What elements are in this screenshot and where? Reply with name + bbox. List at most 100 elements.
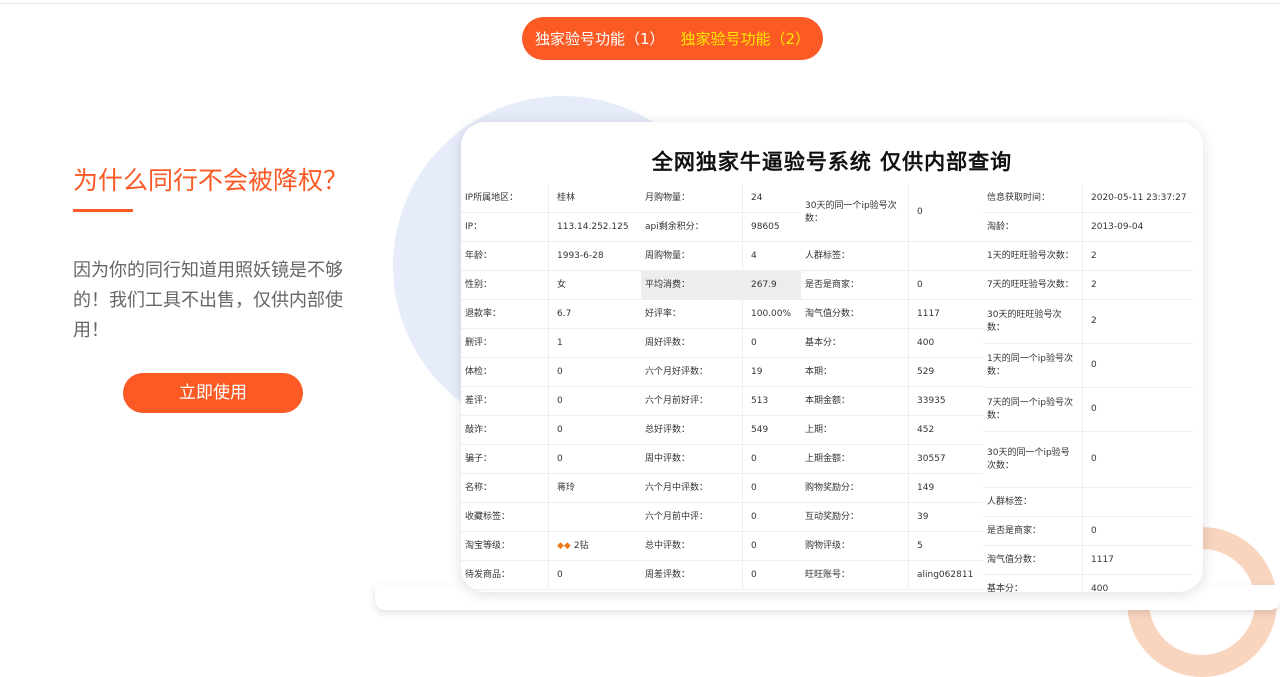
field-value: 1993-6-28 xyxy=(557,250,604,261)
info-row: 购物评级： 5 xyxy=(801,532,983,561)
info-row: 购物奖励分： 149 xyxy=(801,474,983,503)
info-row: 本期金额： 33935 xyxy=(801,387,983,416)
field-value: 30557 xyxy=(917,453,946,464)
info-row: 30天的同一个ip验号次数： 0 xyxy=(983,432,1193,488)
field-value: 5 xyxy=(917,540,923,551)
field-label: 本期金额： xyxy=(801,387,909,415)
field-value xyxy=(1083,488,1193,516)
field-value: 24 xyxy=(751,192,763,203)
info-row: 本期： 529 xyxy=(801,358,983,387)
field-label: 周中评数： xyxy=(641,445,743,473)
field-label: 收藏标签： xyxy=(461,503,549,531)
field-label: 周差评数： xyxy=(641,561,743,589)
field-label: 淘龄： xyxy=(983,213,1083,241)
info-row: 六个月前中评： 0 xyxy=(641,503,801,532)
info-row: 上期金额： 30557 xyxy=(801,445,983,474)
field-label: 待发商品： xyxy=(461,561,549,589)
field-value: 0 xyxy=(751,511,757,522)
field-label: 30天的同一个ip验号次数： xyxy=(801,184,909,241)
field-value: 2 xyxy=(1091,316,1097,327)
field-value: 0 xyxy=(751,453,757,464)
field-value: 549 xyxy=(751,424,769,435)
field-label: 六个月好评数： xyxy=(641,358,743,386)
info-row: 收藏标签： xyxy=(461,503,641,532)
use-now-button[interactable]: 立即使用 xyxy=(123,373,303,413)
field-value: 4 xyxy=(751,250,757,261)
info-row: 上期： 452 xyxy=(801,416,983,445)
field-label: 好评率： xyxy=(641,300,743,328)
info-row: 骗子： 0 xyxy=(461,445,641,474)
field-label: 年龄： xyxy=(461,242,549,270)
info-row: 退款率： 6.7 xyxy=(461,300,641,329)
field-label: 平均消费： xyxy=(641,271,743,299)
field-value: 0 xyxy=(1091,454,1097,465)
field-value: 400 xyxy=(1091,583,1109,592)
info-row: 差评： 0 xyxy=(461,387,641,416)
info-row: 1天的旺旺验号次数： 2 xyxy=(983,242,1193,271)
field-value: 0 xyxy=(751,569,757,580)
field-value: 0 xyxy=(917,279,923,290)
field-label: 7天的旺旺验号次数： xyxy=(983,271,1083,299)
field-value: 0 xyxy=(557,395,563,406)
field-value: 1117 xyxy=(917,308,940,319)
info-row: 周中评数： 0 xyxy=(641,445,801,474)
field-value xyxy=(909,242,983,270)
field-label: 人群标签： xyxy=(801,242,909,270)
field-value: 452 xyxy=(917,424,935,435)
field-label: 是否是商家： xyxy=(801,271,909,299)
field-value: 0 xyxy=(917,207,923,218)
field-label: 体检： xyxy=(461,358,549,386)
info-row: 敲诈： 0 xyxy=(461,416,641,445)
field-value: 女 xyxy=(557,279,567,290)
field-label: 名称： xyxy=(461,474,549,502)
info-row: 基本分： 400 xyxy=(801,329,983,358)
field-label: 敲诈： xyxy=(461,416,549,444)
field-label: 1天的同一个ip验号次数： xyxy=(983,344,1083,387)
field-value: 0 xyxy=(1091,404,1097,415)
info-row: 30天的旺旺验号次数： 2 xyxy=(983,300,1193,344)
field-value: 19 xyxy=(751,366,763,377)
info-row: 好评率： 100.00% xyxy=(641,300,801,329)
info-row: 平均消费： 267.9 xyxy=(641,271,801,300)
section-headline: 为什么同行不会被降权？ xyxy=(73,166,349,195)
info-row: 人群标签： xyxy=(801,242,983,271)
info-row: 互动奖励分： 39 xyxy=(801,503,983,532)
field-value: 2 xyxy=(1091,250,1097,261)
field-value: 0 xyxy=(751,482,757,493)
info-row: 总好评数： 549 xyxy=(641,416,801,445)
field-label: 30天的同一个ip验号次数： xyxy=(983,432,1083,487)
field-label: api剩余积分： xyxy=(641,213,743,241)
field-value: 0 xyxy=(557,569,563,580)
field-value: 蒋玲 xyxy=(557,482,576,493)
top-divider xyxy=(0,3,1280,4)
info-row: 周差评数： 0 xyxy=(641,561,801,590)
field-value: 0 xyxy=(557,453,563,464)
field-label: 性别： xyxy=(461,271,549,299)
field-label: 上期金额： xyxy=(801,445,909,473)
info-column-4: 信息获取时间： 2020-05-11 23:37:27 淘龄： 2013-09-04 1… xyxy=(983,184,1193,592)
field-label: 7天的同一个ip验号次数： xyxy=(983,388,1083,431)
info-row: 年龄： 1993-6-28 xyxy=(461,242,641,271)
field-value: 0 xyxy=(1091,525,1097,536)
info-row: 周好评数： 0 xyxy=(641,329,801,358)
field-value: 1117 xyxy=(1091,554,1114,565)
field-value: 桂林 xyxy=(557,192,576,203)
field-label: 骗子： xyxy=(461,445,549,473)
field-label: 信息获取时间： xyxy=(983,184,1083,212)
field-value: 529 xyxy=(917,366,935,377)
info-column-3: 30天的同一个ip验号次数： 0 人群标签： 是否是商家： 0 淘气值分数： 1117 基本分… xyxy=(801,184,983,590)
field-value: 0 xyxy=(557,366,563,377)
info-row: 是否是商家： 0 xyxy=(983,517,1193,546)
field-label: 淘宝等级： xyxy=(461,532,549,560)
field-value: 2 xyxy=(1091,279,1097,290)
field-label: 周购物量： xyxy=(641,242,743,270)
tab-feature-1[interactable]: 独家验号功能（1） xyxy=(535,28,665,49)
field-label: 基本分： xyxy=(983,575,1083,592)
field-label: 互动奖励分： xyxy=(801,503,909,531)
tab-feature-2[interactable]: 独家验号功能（2） xyxy=(681,28,811,49)
feature-tabs: 独家验号功能（1） 独家验号功能（2） xyxy=(522,17,823,60)
field-label: 基本分： xyxy=(801,329,909,357)
info-row: 7天的同一个ip验号次数： 0 xyxy=(983,388,1193,432)
field-value: 0 xyxy=(751,540,757,551)
field-value: 33935 xyxy=(917,395,946,406)
